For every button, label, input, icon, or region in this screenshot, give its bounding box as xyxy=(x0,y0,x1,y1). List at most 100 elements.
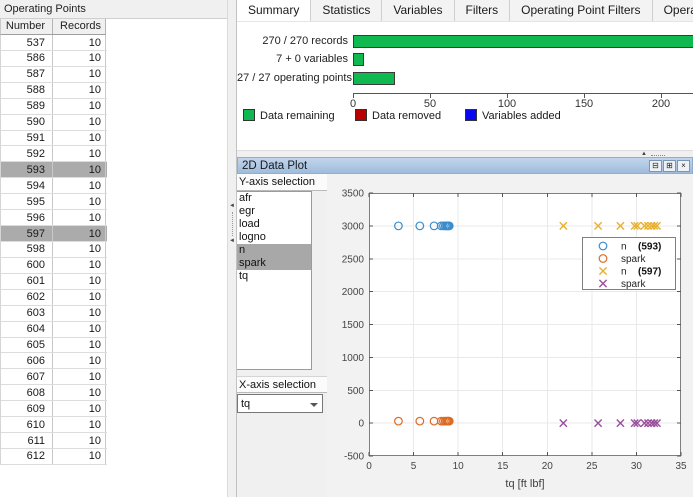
undock-icon[interactable]: ⊞ xyxy=(663,160,676,172)
horizontal-splitter[interactable]: ▲ xyxy=(237,150,693,157)
table-row[interactable]: 592 10 xyxy=(1,146,107,163)
splitter-handle[interactable] xyxy=(232,212,233,236)
tab-statistics[interactable]: Statistics xyxy=(311,0,383,21)
summary-bar-label: 27 / 27 operating points xyxy=(237,72,352,84)
table-row[interactable]: 591 10 xyxy=(1,130,107,147)
x-axis-dropdown[interactable]: tq xyxy=(237,394,323,413)
legend-swatch xyxy=(465,109,477,121)
cell-records: 10 xyxy=(53,210,106,226)
table-row[interactable]: 608 10 xyxy=(1,385,107,402)
column-header-number[interactable]: Number xyxy=(1,19,53,34)
cell-records: 10 xyxy=(53,433,106,448)
table-row[interactable]: 594 10 xyxy=(1,178,107,195)
table-row[interactable]: 595 10 xyxy=(1,194,107,211)
dock-icon[interactable]: ⊟ xyxy=(649,160,662,172)
cell-records: 10 xyxy=(53,226,106,241)
table-row[interactable]: 607 10 xyxy=(1,369,107,386)
svg-text:2000: 2000 xyxy=(342,287,365,298)
cell-records: 10 xyxy=(53,114,106,130)
svg-text:30: 30 xyxy=(631,461,643,472)
y-axis-item-tq[interactable]: tq xyxy=(237,270,311,283)
table-row[interactable]: 596 10 xyxy=(1,210,107,227)
table-row[interactable]: 611 10 xyxy=(1,433,107,449)
cell-records: 10 xyxy=(53,241,106,257)
y-axis-item-logno[interactable]: logno xyxy=(237,231,311,244)
table-row[interactable]: 606 10 xyxy=(1,353,107,370)
cell-number: 603 xyxy=(1,305,53,321)
cell-number: 607 xyxy=(1,369,53,385)
cell-records: 10 xyxy=(53,130,106,146)
table-row[interactable]: 593 10 xyxy=(1,162,107,179)
window-buttons: ⊟ ⊞ × xyxy=(649,160,690,172)
table-row[interactable]: 601 10 xyxy=(1,273,107,290)
table-row[interactable]: 586 10 xyxy=(1,50,107,67)
y-axis-item-n[interactable]: n xyxy=(237,244,311,257)
plot-body: Y-axis selection afr egr load logno n spark tq… xyxy=(237,174,693,497)
tab-operating-point-filters[interactable]: Operating Point Filters xyxy=(510,0,653,21)
cell-number: 601 xyxy=(1,273,53,289)
legend-swatch xyxy=(243,109,255,121)
cell-number: 610 xyxy=(1,417,53,433)
plot-title: 2D Data Plot xyxy=(242,160,308,172)
y-axis-item-egr[interactable]: egr xyxy=(237,205,311,218)
y-axis-selection-label: Y-axis selection xyxy=(237,174,327,191)
table-row[interactable]: 600 10 xyxy=(1,257,107,274)
table-row[interactable]: 590 10 xyxy=(1,114,107,131)
y-axis-item-load[interactable]: load xyxy=(237,218,311,231)
splitter-handle[interactable] xyxy=(651,155,665,156)
cell-records: 10 xyxy=(53,369,106,385)
svg-text:n: n xyxy=(621,267,627,278)
table-row[interactable]: 609 10 xyxy=(1,401,107,418)
summary-bar-label: 270 / 270 records xyxy=(262,35,348,47)
svg-text:25: 25 xyxy=(586,461,598,472)
close-icon[interactable]: × xyxy=(677,160,690,172)
table-row[interactable]: 604 10 xyxy=(1,321,107,338)
table-row[interactable]: 597 10 xyxy=(1,226,107,242)
operating-points-title: Operating Points xyxy=(0,0,227,19)
table-row[interactable]: 588 10 xyxy=(1,82,107,99)
cell-records: 10 xyxy=(53,162,106,178)
cell-number: 587 xyxy=(1,66,53,82)
cell-number: 606 xyxy=(1,353,53,369)
legend-label: Variables added xyxy=(482,110,561,122)
legend-label: Data remaining xyxy=(260,110,335,122)
table-row[interactable]: 537 10 xyxy=(1,35,107,51)
summary-panel: Summary Statistics Variables Filters Operati… xyxy=(237,0,693,150)
tab-variables[interactable]: Variables xyxy=(382,0,455,21)
table-row[interactable]: 598 10 xyxy=(1,241,107,258)
column-header-records[interactable]: Records xyxy=(53,19,106,34)
svg-text:-500: -500 xyxy=(344,452,364,463)
table-row[interactable]: 603 10 xyxy=(1,305,107,322)
y-axis-item-afr[interactable]: afr xyxy=(237,192,311,205)
y-axis-item-spark[interactable]: spark xyxy=(237,257,311,270)
svg-text:500: 500 xyxy=(347,386,364,397)
y-axis-list[interactable]: afr egr load logno n spark tq xyxy=(237,191,312,370)
cell-records: 10 xyxy=(53,353,106,369)
cell-records: 10 xyxy=(53,321,106,337)
axis-chooser: Y-axis selection afr egr load logno n spark tq… xyxy=(237,174,327,497)
tab-operating-point-notes[interactable]: Operating Point Notes xyxy=(652,0,693,21)
svg-text:2500: 2500 xyxy=(342,254,365,265)
cell-records: 10 xyxy=(53,337,106,353)
table-row[interactable]: 589 10 xyxy=(1,98,107,115)
table-row[interactable]: 602 10 xyxy=(1,289,107,306)
table-row[interactable]: 605 10 xyxy=(1,337,107,354)
svg-text:n: n xyxy=(621,242,627,253)
table-row[interactable]: 610 10 xyxy=(1,417,107,434)
table-row[interactable]: 587 10 xyxy=(1,66,107,83)
axis-tick-label: 100 xyxy=(497,98,517,110)
axis-tick-label: 50 xyxy=(423,98,437,110)
tab-filters[interactable]: Filters xyxy=(454,0,511,21)
collapse-left-icon[interactable]: ◄ xyxy=(229,203,235,209)
table-row[interactable]: 612 10 xyxy=(1,448,107,465)
cell-records: 10 xyxy=(53,98,106,114)
vertical-splitter[interactable]: ◄ ◄ xyxy=(227,0,237,497)
svg-text:20: 20 xyxy=(542,461,554,472)
axis-tick-label: 150 xyxy=(574,98,594,110)
operating-points-panel: Operating Points Number Records 537 10 586… xyxy=(0,0,227,497)
cell-number: 605 xyxy=(1,337,53,353)
tab-summary[interactable]: Summary xyxy=(237,0,312,21)
collapse-left-icon[interactable]: ◄ xyxy=(229,238,235,244)
2d-data-plot-window: 2D Data Plot ⊟ ⊞ × Y-axis selection afr e… xyxy=(237,157,693,497)
cell-number: 600 xyxy=(1,257,53,273)
